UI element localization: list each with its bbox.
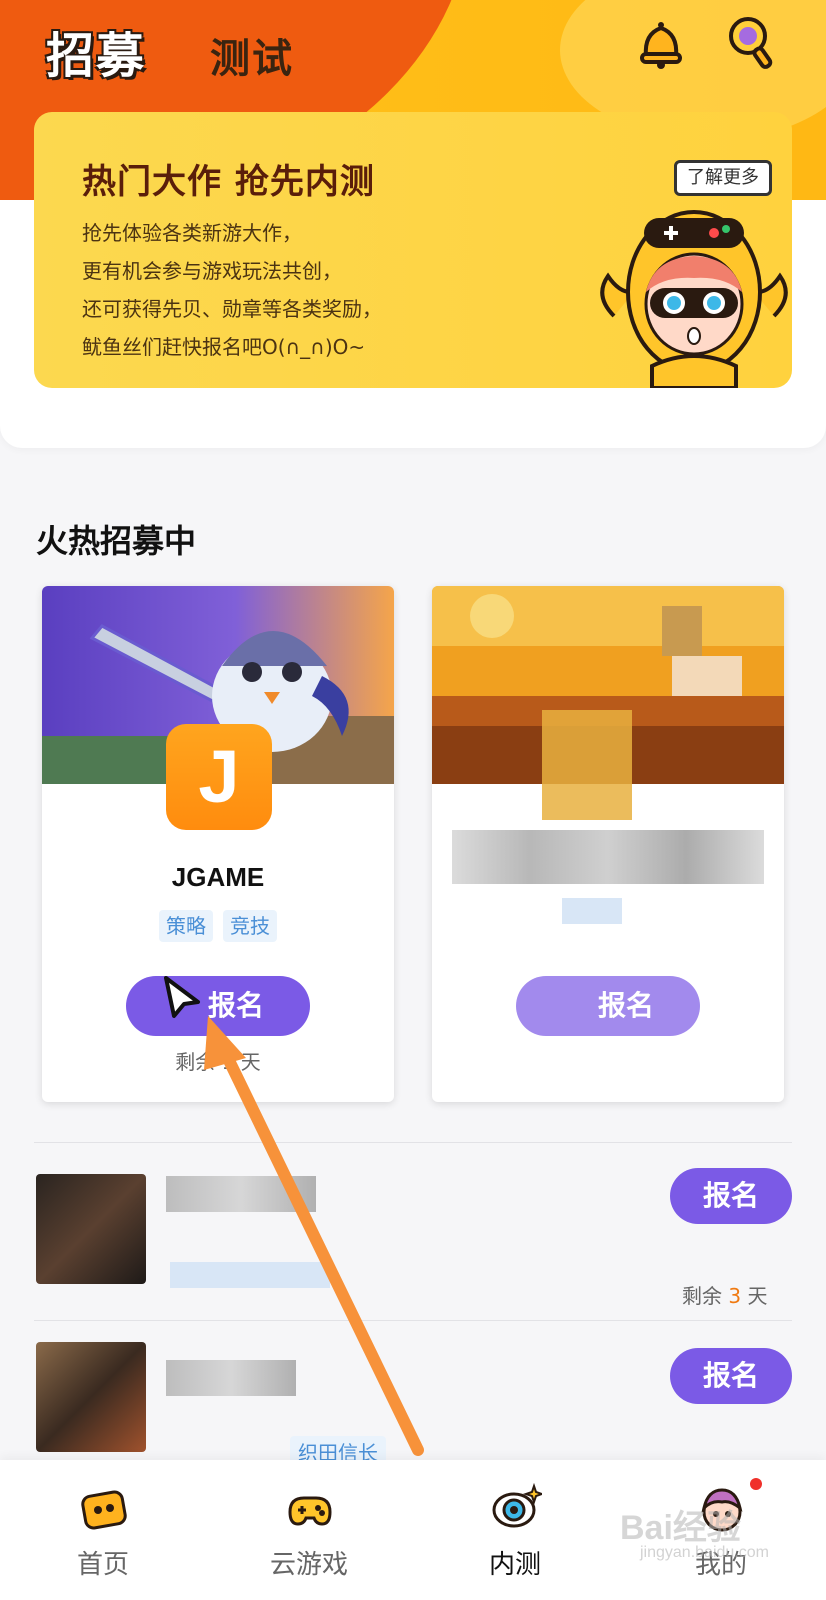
header: 招募 测试 热门大作 抢先内测 抢先体验各类新游大作， 更有机会参与游戏玩法共创… (0, 0, 826, 448)
game-name: JGAME (171, 862, 265, 892)
enroll-button[interactable]: 报名 (516, 976, 700, 1036)
nav-label: 内测 (488, 1550, 541, 1580)
bell-icon[interactable] (636, 16, 686, 70)
enroll-button[interactable]: 报名 (670, 1168, 792, 1224)
mascot-illustration (600, 210, 788, 388)
nav-beta[interactable]: 内测 (412, 1460, 618, 1600)
watermark: Bai经验 (620, 1509, 741, 1547)
notification-dot (750, 1478, 762, 1490)
nav-label: 云游戏 (269, 1550, 348, 1580)
section-title: 火热招募中 (36, 522, 197, 560)
tag-list: 策略 竞技 (42, 910, 394, 942)
divider (34, 1320, 792, 1321)
search-icon[interactable] (726, 14, 776, 72)
promo-banner[interactable]: 热门大作 抢先内测 抢先体验各类新游大作， 更有机会参与游戏玩法共创， 还可获得… (34, 112, 792, 388)
game-card[interactable]: 报名 (432, 586, 784, 1102)
banner-title: 热门大作 抢先内测 (82, 162, 375, 202)
eye-icon (492, 1482, 542, 1528)
home-game-icon (81, 1490, 127, 1530)
watermark-url: jingyan.baidu.com (640, 1544, 769, 1561)
nav-home[interactable]: 首页 (0, 1460, 206, 1600)
enroll-button[interactable]: 报名 (126, 976, 310, 1036)
banner-line: 抢先体验各类新游大作， (82, 221, 302, 245)
remaining-days: 剩余 1 天 (175, 1050, 261, 1074)
divider (34, 1142, 792, 1143)
game-logo-icon: J (166, 724, 272, 830)
game-name (166, 1176, 316, 1212)
remaining-label: 剩余 (682, 1284, 722, 1308)
nav-cloud-game[interactable]: 云游戏 (206, 1460, 412, 1600)
remaining-count: 3 (728, 1284, 742, 1308)
tag: 策略 (159, 910, 213, 942)
banner-line: 鱿鱼丝们赶快报名吧O(∩_∩)O~ (82, 335, 366, 359)
remaining-unit: 天 (747, 1284, 768, 1308)
enroll-button[interactable]: 报名 (670, 1348, 792, 1404)
banner-line: 还可获得先贝、勋章等各类奖励， (82, 297, 382, 321)
tab-recruit[interactable]: 招募 (46, 16, 146, 86)
tag (562, 898, 622, 924)
nav-label: 首页 (76, 1550, 129, 1580)
tab-test[interactable]: 测试 (210, 26, 294, 84)
game-name (452, 830, 764, 884)
tag (170, 1262, 330, 1288)
remaining-days: 剩余 3 天 (682, 1280, 767, 1309)
game-thumbnail[interactable] (36, 1342, 146, 1452)
tag: 竞技 (223, 910, 277, 942)
game-logo-icon (542, 710, 632, 820)
game-thumbnail[interactable] (36, 1174, 146, 1284)
banner-line: 更有机会参与游戏玩法共创， (82, 259, 342, 283)
game-card[interactable]: J JGAME 策略 竞技 报名 剩余 1 天 (42, 586, 394, 1102)
cloud-gamepad-icon (288, 1496, 332, 1526)
game-name (166, 1360, 296, 1396)
learn-more-button[interactable]: 了解更多 (674, 160, 772, 196)
